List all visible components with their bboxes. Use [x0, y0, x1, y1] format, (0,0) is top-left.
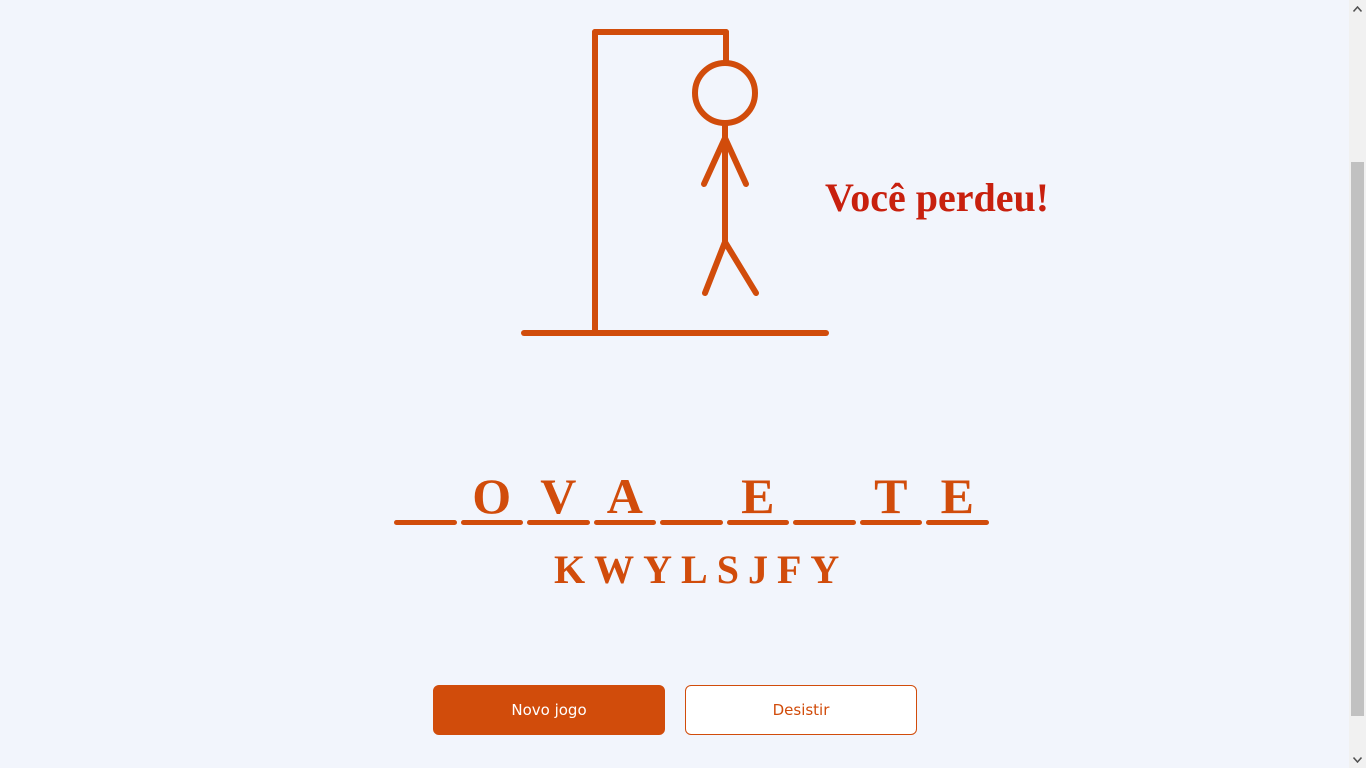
hangman-head	[692, 60, 758, 126]
wrong-letter: Y	[810, 547, 840, 592]
word-slot: A	[592, 466, 659, 526]
slot-underline	[926, 520, 989, 525]
wrong-letters: K W Y L S J F Y	[554, 546, 848, 593]
wrong-letter: K	[554, 547, 586, 592]
word-letter: V	[540, 468, 577, 524]
word-slot: V	[525, 466, 592, 526]
word-slot	[791, 466, 858, 526]
word-letter: A	[606, 468, 643, 524]
give-up-button[interactable]: Desistir	[685, 685, 917, 735]
slot-underline	[726, 520, 789, 525]
game-status-message: Você perdeu!	[825, 175, 1050, 220]
hangman-right-leg	[722, 239, 759, 296]
slot-underline	[593, 520, 656, 525]
word-slot	[658, 466, 725, 526]
hangman-left-leg	[702, 239, 728, 296]
word-slot: E	[924, 466, 991, 526]
word-slot: O	[459, 466, 526, 526]
scroll-down-arrow-icon[interactable]	[1349, 751, 1366, 768]
word-letter: T	[874, 468, 908, 524]
wrong-letter: L	[681, 547, 708, 592]
slot-underline	[460, 520, 523, 525]
word-display: O V A E T E	[392, 466, 991, 526]
slot-underline	[394, 520, 457, 525]
hangman-drawing	[521, 29, 829, 336]
word-letter: E	[741, 468, 775, 524]
wrong-letter: S	[716, 547, 739, 592]
slot-underline	[859, 520, 922, 525]
word-slot: E	[725, 466, 792, 526]
word-letter: E	[940, 468, 974, 524]
new-game-button[interactable]: Novo jogo	[433, 685, 665, 735]
hangman-right-arm	[722, 135, 749, 187]
word-letter: O	[472, 468, 512, 524]
word-slot: T	[858, 466, 925, 526]
slot-underline	[660, 520, 723, 525]
wrong-letter: J	[747, 547, 768, 592]
wrong-letter: W	[594, 547, 635, 592]
vertical-scrollbar[interactable]	[1349, 0, 1366, 768]
new-game-button-label: Novo jogo	[511, 701, 587, 719]
give-up-button-label: Desistir	[772, 701, 830, 719]
hangman-left-arm	[701, 135, 728, 187]
slot-underline	[793, 520, 856, 525]
wrong-letter: F	[776, 547, 802, 592]
game-page: Você perdeu! O V A E T E K W Y L S J F Y…	[0, 0, 1349, 768]
slot-underline	[527, 520, 590, 525]
scroll-up-arrow-icon[interactable]	[1349, 0, 1366, 17]
wrong-letter: Y	[643, 547, 673, 592]
word-slot	[392, 466, 459, 526]
scrollbar-thumb[interactable]	[1351, 162, 1364, 716]
